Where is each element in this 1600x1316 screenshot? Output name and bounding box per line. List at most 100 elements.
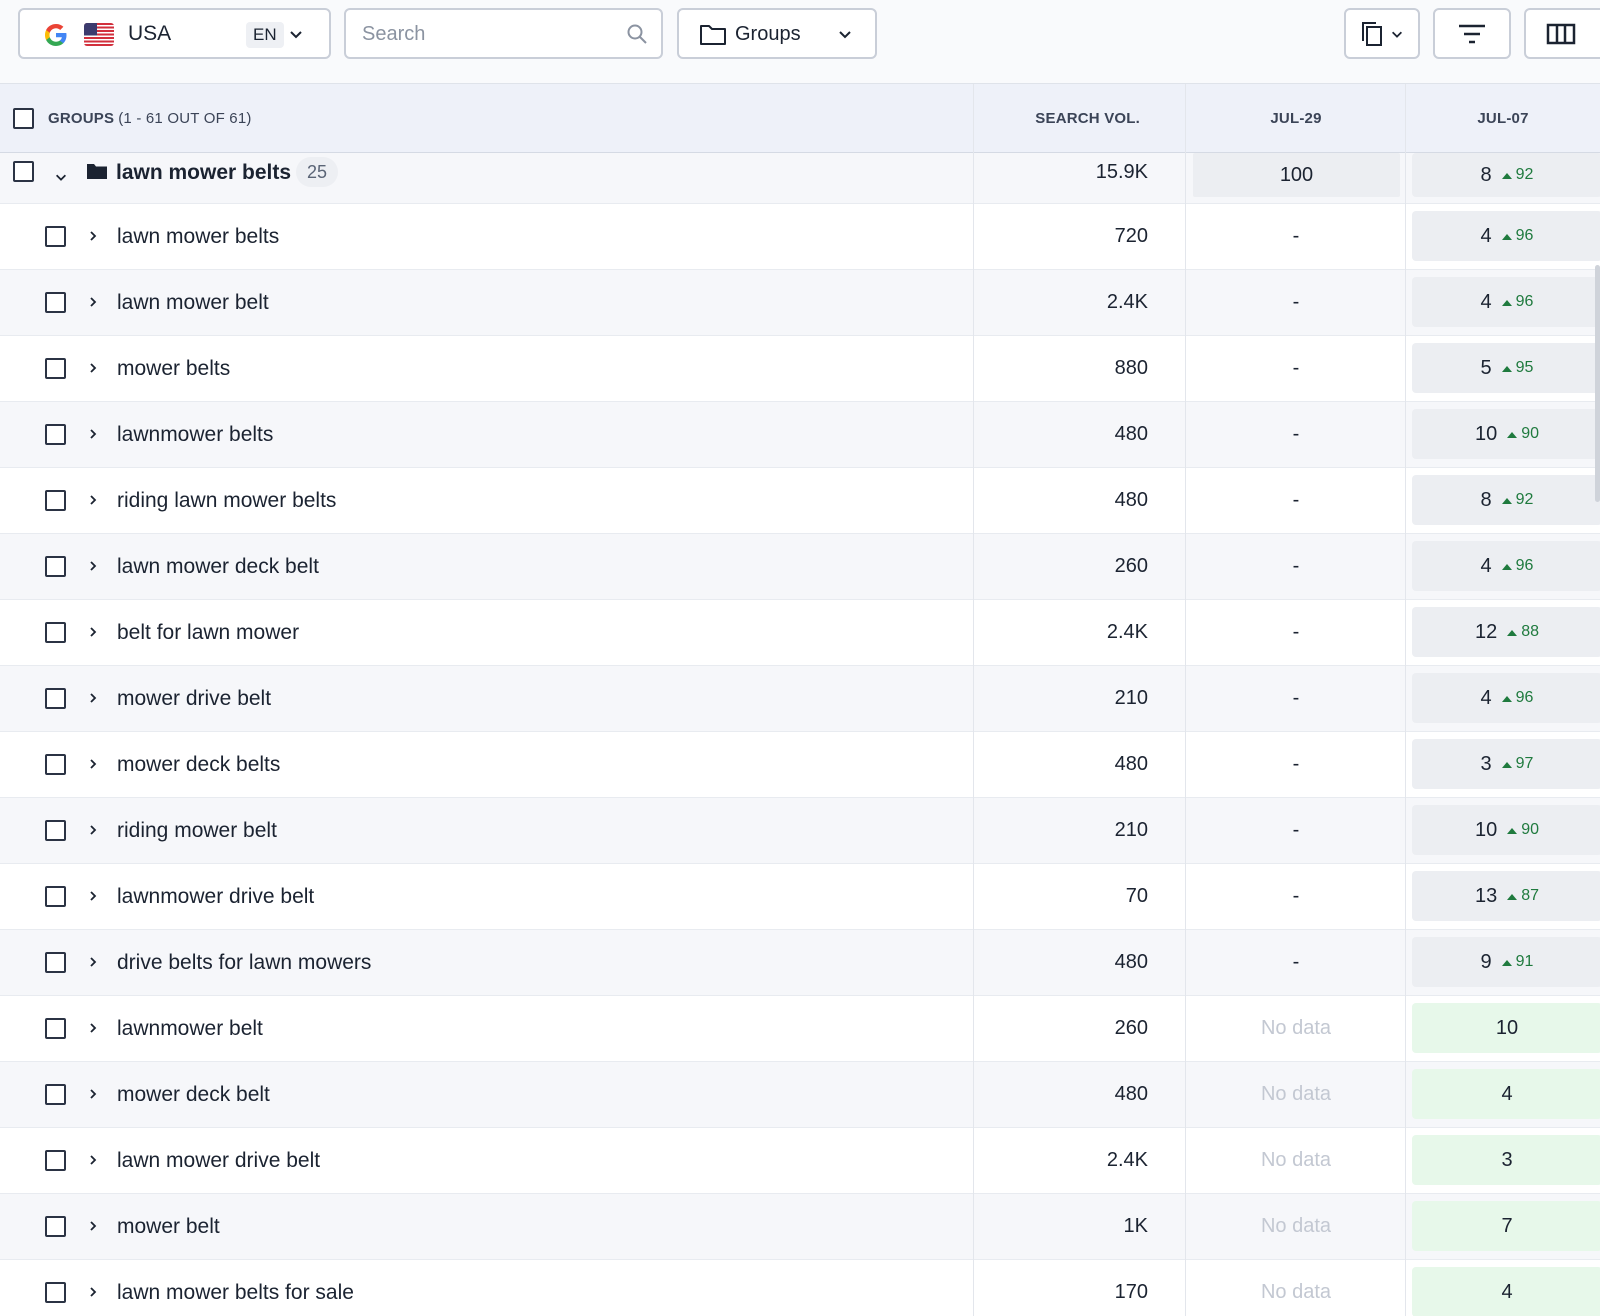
group-count-badge: 25 bbox=[296, 157, 339, 187]
chevron-right-icon[interactable] bbox=[88, 626, 98, 638]
search-volume: 2.4K bbox=[1106, 291, 1148, 313]
chevron-right-icon[interactable] bbox=[88, 1022, 98, 1034]
chevron-right-icon[interactable] bbox=[88, 1154, 98, 1166]
keyword-text[interactable]: mower belt bbox=[117, 1215, 220, 1239]
row-checkbox[interactable] bbox=[45, 1216, 66, 1237]
chevron-right-icon[interactable] bbox=[88, 1220, 98, 1232]
keyword-text[interactable]: lawnmower belts bbox=[117, 423, 273, 447]
chevron-right-icon[interactable] bbox=[88, 890, 98, 902]
table-row[interactable]: lawnmower drive belt 70 - 13 87 bbox=[0, 864, 1600, 930]
keyword-text[interactable]: lawn mower deck belt bbox=[117, 555, 319, 579]
keyword-text[interactable]: lawn mower belt bbox=[117, 291, 269, 315]
group-checkbox[interactable] bbox=[13, 161, 34, 182]
chevron-right-icon[interactable] bbox=[88, 758, 98, 770]
arrow-up-icon bbox=[1507, 827, 1518, 834]
chevron-right-icon[interactable] bbox=[88, 1088, 98, 1100]
chevron-right-icon[interactable] bbox=[88, 824, 98, 836]
table-row[interactable]: mower deck belt 480 No data 4 bbox=[0, 1062, 1600, 1128]
chevron-right-icon[interactable] bbox=[88, 560, 98, 572]
chevron-right-icon[interactable] bbox=[88, 428, 98, 440]
row-checkbox[interactable] bbox=[45, 688, 66, 709]
row-checkbox[interactable] bbox=[45, 754, 66, 775]
table-row[interactable]: lawn mower drive belt 2.4K No data 3 bbox=[0, 1128, 1600, 1194]
table-row[interactable]: belt for lawn mower 2.4K - 12 88 bbox=[0, 600, 1600, 666]
keyword-text[interactable]: mower drive belt bbox=[117, 687, 271, 711]
arrow-up-icon bbox=[1501, 695, 1512, 702]
location-selector[interactable]: USA EN bbox=[18, 8, 331, 59]
table-row[interactable]: lawn mower belts 720 - 4 96 bbox=[0, 204, 1600, 270]
row-checkbox[interactable] bbox=[45, 952, 66, 973]
column-divider bbox=[973, 84, 974, 1316]
row-checkbox[interactable] bbox=[45, 886, 66, 907]
chevron-down-icon bbox=[839, 31, 851, 39]
keyword-text[interactable]: mower deck belt bbox=[117, 1083, 270, 1107]
jul07-delta-value: 92 bbox=[1515, 491, 1534, 508]
group-name[interactable]: lawn mower belts bbox=[116, 161, 291, 185]
groups-header-count: (1 - 61 OUT OF 61) bbox=[118, 109, 252, 127]
select-all-checkbox[interactable] bbox=[13, 108, 34, 129]
chevron-right-icon[interactable] bbox=[88, 362, 98, 374]
keyword-text[interactable]: drive belts for lawn mowers bbox=[117, 951, 371, 975]
keyword-text[interactable]: mower belts bbox=[117, 357, 230, 381]
chevron-down-icon[interactable] bbox=[54, 170, 68, 184]
chevron-right-icon[interactable] bbox=[88, 1286, 98, 1298]
groups-dropdown[interactable]: Groups bbox=[677, 8, 877, 59]
jul29-value: - bbox=[1292, 753, 1300, 775]
scrollbar[interactable] bbox=[1595, 265, 1600, 502]
chevron-right-icon[interactable] bbox=[88, 692, 98, 704]
table-row[interactable]: lawnmower belts 480 - 10 90 bbox=[0, 402, 1600, 468]
table-row[interactable]: mower belts 880 - 5 95 bbox=[0, 336, 1600, 402]
row-checkbox[interactable] bbox=[45, 622, 66, 643]
chevron-right-icon[interactable] bbox=[88, 494, 98, 506]
table-row[interactable]: lawn mower belt 2.4K - 4 96 bbox=[0, 270, 1600, 336]
jul29-column-header[interactable]: JUL-29 bbox=[1186, 84, 1406, 152]
chevron-right-icon[interactable] bbox=[88, 956, 98, 968]
chevron-right-icon[interactable] bbox=[88, 296, 98, 308]
table-row[interactable]: mower belt 1K No data 7 bbox=[0, 1194, 1600, 1260]
keyword-text[interactable]: lawn mower drive belt bbox=[117, 1149, 320, 1173]
table-row[interactable]: lawn mower belts for sale 170 No data 4 bbox=[0, 1260, 1600, 1316]
row-checkbox[interactable] bbox=[45, 226, 66, 247]
copy-button[interactable] bbox=[1344, 8, 1420, 59]
row-checkbox[interactable] bbox=[45, 820, 66, 841]
row-checkbox[interactable] bbox=[45, 358, 66, 379]
keyword-text[interactable]: riding lawn mower belts bbox=[117, 489, 336, 513]
jul07-rank: 4 bbox=[1480, 224, 1492, 247]
jul07-delta-value: 96 bbox=[1515, 557, 1534, 574]
keyword-text[interactable]: lawnmower belt bbox=[117, 1017, 263, 1041]
search-vol-column-header[interactable]: SEARCH VOL. bbox=[974, 84, 1140, 152]
table-row[interactable]: lawnmower belt 260 No data 10 bbox=[0, 996, 1600, 1062]
chevron-right-icon[interactable] bbox=[88, 230, 98, 242]
row-checkbox[interactable] bbox=[45, 1150, 66, 1171]
search-volume: 2.4K bbox=[1106, 621, 1148, 643]
keyword-text[interactable]: lawn mower belts bbox=[117, 225, 279, 249]
row-checkbox[interactable] bbox=[45, 1084, 66, 1105]
keyword-text[interactable]: lawnmower drive belt bbox=[117, 885, 314, 909]
filter-button[interactable] bbox=[1433, 8, 1511, 59]
row-checkbox[interactable] bbox=[45, 1282, 66, 1303]
row-checkbox[interactable] bbox=[45, 556, 66, 577]
columns-button[interactable] bbox=[1524, 8, 1600, 59]
table-row[interactable]: mower deck belts 480 - 3 97 bbox=[0, 732, 1600, 798]
keyword-text[interactable]: riding mower belt bbox=[117, 819, 277, 843]
table-row[interactable]: lawn mower deck belt 260 - 4 96 bbox=[0, 534, 1600, 600]
keyword-text[interactable]: belt for lawn mower bbox=[117, 621, 299, 645]
jul07-cell: 4 96 bbox=[1412, 211, 1600, 261]
group-row[interactable]: lawn mower belts 25 15.9K 100 8 92 bbox=[0, 153, 1600, 204]
table-row[interactable]: riding mower belt 210 - 10 90 bbox=[0, 798, 1600, 864]
row-checkbox[interactable] bbox=[45, 1018, 66, 1039]
row-checkbox[interactable] bbox=[45, 490, 66, 511]
table-row[interactable]: mower drive belt 210 - 4 96 bbox=[0, 666, 1600, 732]
row-checkbox[interactable] bbox=[45, 292, 66, 313]
row-checkbox[interactable] bbox=[45, 424, 66, 445]
search-icon[interactable] bbox=[626, 23, 648, 45]
jul07-column-header[interactable]: JUL-07 bbox=[1406, 84, 1600, 152]
keyword-text[interactable]: lawn mower belts for sale bbox=[117, 1281, 354, 1305]
table-row[interactable]: drive belts for lawn mowers 480 - 9 91 bbox=[0, 930, 1600, 996]
search-input[interactable] bbox=[362, 20, 612, 48]
jul07-rank: 4 bbox=[1480, 554, 1492, 577]
jul07-cell: 4 bbox=[1412, 1069, 1600, 1119]
table-row[interactable]: riding lawn mower belts 480 - 8 92 bbox=[0, 468, 1600, 534]
keyword-text[interactable]: mower deck belts bbox=[117, 753, 280, 777]
table-body: lawn mower belts 25 15.9K 100 8 92 lawn … bbox=[0, 153, 1600, 1316]
